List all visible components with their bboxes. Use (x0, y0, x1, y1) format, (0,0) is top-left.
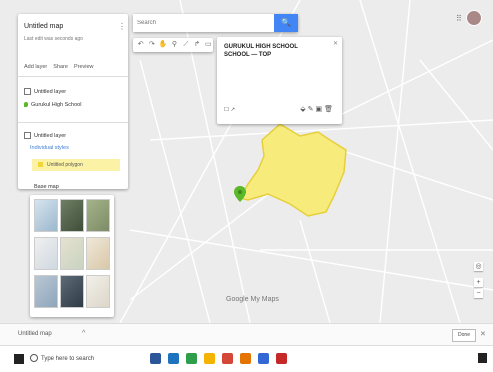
layer-name: Untitled layer (34, 132, 67, 139)
basemap-tile-whitewater[interactable] (86, 275, 110, 308)
add-layer-button[interactable]: Add layer (24, 64, 47, 70)
app-icon[interactable] (276, 353, 287, 364)
individual-styles-link[interactable]: Individual styles (30, 145, 69, 151)
pin-icon (24, 102, 28, 108)
notification-icon[interactable] (478, 353, 487, 363)
layer-item-school[interactable]: Gurukul High School (24, 102, 81, 108)
preview-button[interactable]: Preview (74, 64, 94, 70)
taskbar-search[interactable]: Type here to search (30, 351, 130, 367)
draw-line-icon[interactable]: ⟋ (181, 40, 190, 50)
school-polygon[interactable] (238, 123, 347, 217)
basemap-tile-mono[interactable] (60, 237, 84, 270)
basemap-tile-light[interactable] (34, 237, 58, 270)
ruler-icon[interactable]: ▭ (204, 40, 213, 50)
download-tab-text[interactable]: Untitled map (18, 331, 52, 337)
item-label: Gurukul High School (31, 102, 82, 108)
chrome-icon[interactable] (240, 353, 251, 364)
marker-icon[interactable]: ⚲ (170, 40, 179, 50)
search-bar: 🔍 (133, 14, 298, 32)
camera-icon[interactable]: ▣ (315, 106, 324, 113)
polygon-swatch-icon (38, 162, 43, 168)
google-logo: Google My Maps (226, 296, 279, 303)
divider (18, 76, 128, 77)
zoom-in-button[interactable]: + (474, 278, 483, 287)
apps-icon[interactable]: ⠿ (456, 14, 462, 23)
item-label: Untitled polygon (47, 162, 83, 168)
basemap-label: Base map (34, 184, 59, 190)
basemap-tile-atlas[interactable] (34, 275, 58, 308)
app-icon[interactable] (222, 353, 233, 364)
basemap-tile-dark[interactable] (60, 275, 84, 308)
close-icon[interactable]: ^ (82, 330, 85, 337)
layers-panel: Untitled map ⋮ Last edit was seconds ago… (18, 14, 128, 189)
basemap-tile-terrain[interactable] (86, 199, 110, 232)
map-toolbar: ↶ ↷ ✋ ⚲ ⟋ ↱ ▭ (133, 38, 213, 52)
close-icon[interactable]: ✕ (333, 40, 338, 47)
feature-actions: ⬙✎▣🗑 (300, 105, 335, 113)
basemap-picker: Base map (30, 184, 114, 317)
checkbox-icon[interactable] (24, 132, 31, 139)
feature-info-card: GURUKUL HIGH SCHOOL SCHOOL — TOP ✕ ☐ ↗ ⬙… (217, 37, 342, 124)
basemap-tile-simple[interactable] (86, 237, 110, 270)
hand-icon[interactable]: ✋ (159, 40, 168, 50)
search-input[interactable] (133, 14, 274, 32)
file-explorer-icon[interactable] (204, 353, 215, 364)
layer-item-polygon[interactable]: Untitled polygon (32, 159, 120, 171)
zoom-controls: ◎ + − (462, 262, 484, 302)
browser-bottom-bar: Untitled map ^ Done ✕ (0, 323, 493, 346)
app-icon[interactable] (258, 353, 269, 364)
layer-name: Untitled layer (34, 88, 67, 95)
directions-icon[interactable]: ↱ (192, 40, 201, 50)
layer-row-2[interactable]: Untitled layer (24, 132, 66, 139)
undo-icon[interactable]: ↶ (136, 40, 145, 50)
avatar[interactable] (466, 10, 482, 26)
paint-bucket-icon[interactable]: ⬙ (300, 106, 307, 113)
feature-title[interactable]: GURUKUL HIGH SCHOOL SCHOOL — TOP (224, 43, 324, 59)
windows-start-icon[interactable] (14, 354, 24, 364)
map-title[interactable]: Untitled map (24, 23, 63, 30)
store-icon[interactable] (186, 353, 197, 364)
map-subtitle: Last edit was seconds ago (24, 36, 83, 42)
zoom-out-button[interactable]: − (474, 289, 483, 298)
windows-taskbar: Type here to search (0, 345, 493, 372)
delete-icon[interactable]: 🗑 (324, 106, 335, 113)
taskbar-search-text: Type here to search (41, 356, 95, 362)
layer-actions: Add layer Share Preview (24, 64, 94, 70)
task-view-icon[interactable] (150, 353, 161, 364)
share-button[interactable]: Share (53, 64, 68, 70)
redo-icon[interactable]: ↷ (147, 40, 156, 50)
basemap-tile-map[interactable] (34, 199, 58, 232)
divider (18, 122, 128, 123)
basemap-tile-satellite[interactable] (60, 199, 84, 232)
edge-browser-icon[interactable] (168, 353, 179, 364)
close-icon[interactable]: ✕ (480, 330, 486, 338)
more-options-icon[interactable]: ⋮ (118, 22, 126, 31)
done-button[interactable]: Done (452, 329, 476, 342)
feature-footer: ☐ ↗ (224, 107, 236, 113)
map-canvas[interactable]: Google My Maps ◎ + − Untitled map ⋮ Last… (0, 0, 493, 323)
search-icon (30, 354, 38, 363)
layer-row-1[interactable]: Untitled layer (24, 88, 66, 95)
checkbox-icon[interactable] (24, 88, 31, 95)
search-button[interactable]: 🔍 (274, 14, 298, 32)
my-location-button[interactable]: ◎ (474, 262, 483, 271)
